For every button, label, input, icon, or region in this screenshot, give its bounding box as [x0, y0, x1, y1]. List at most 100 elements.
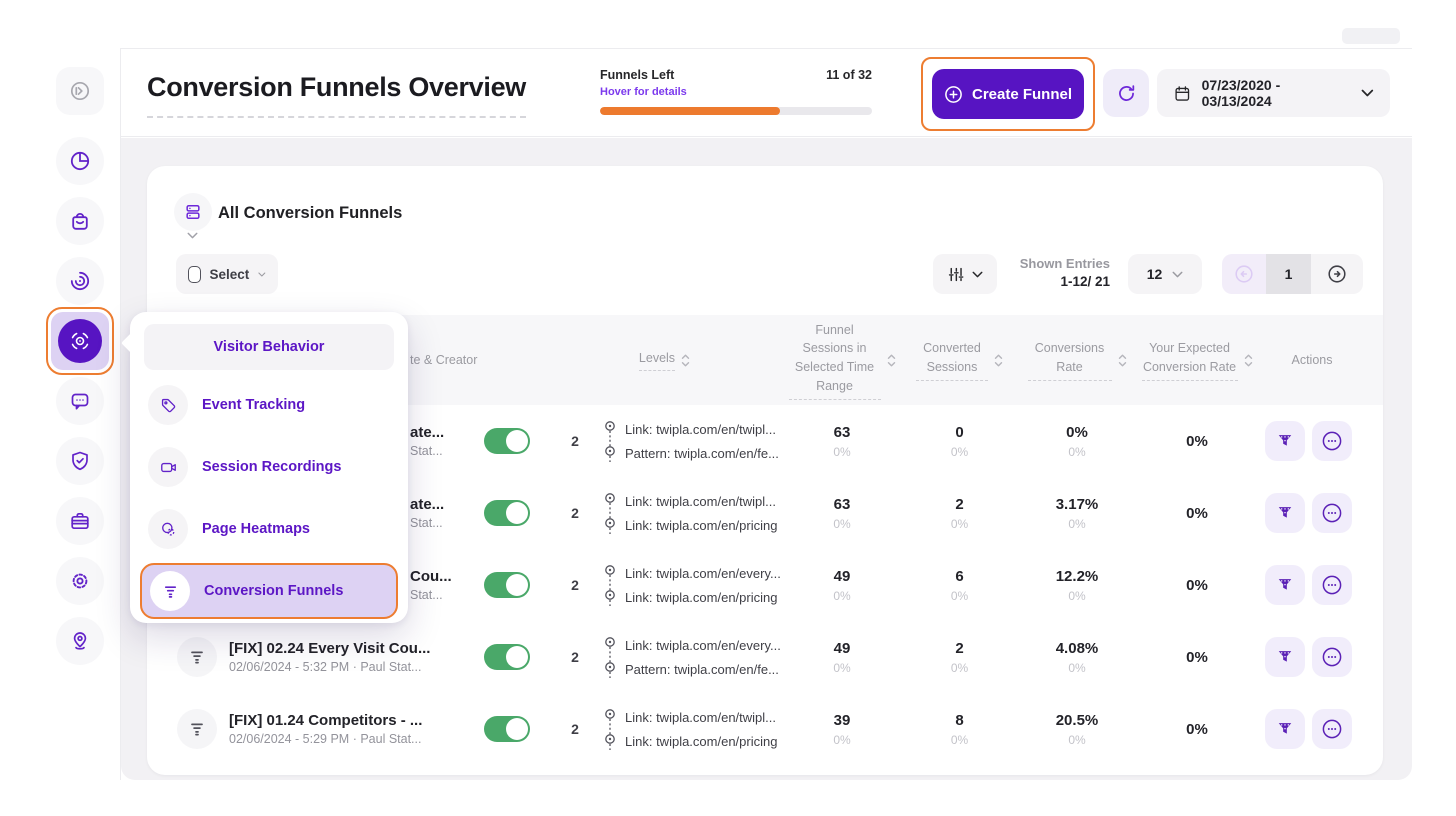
- rate-value: 3.17%: [1017, 496, 1137, 513]
- expected-rate-value: 0%: [1137, 721, 1257, 738]
- menu-item-event-tracking[interactable]: Event Tracking: [144, 378, 394, 432]
- sidebar-item-location[interactable]: [56, 617, 104, 665]
- row-more-button[interactable]: [1312, 637, 1352, 677]
- page-size-dropdown[interactable]: 12: [1128, 254, 1202, 294]
- column-header-expected-rate[interactable]: Your Expected Conversion Rate: [1137, 339, 1257, 381]
- funnel-step-link: Link: twipla.com/en/pricing: [625, 590, 781, 605]
- funnel-name[interactable]: [FIX] 02.24 Every Visit Cou...: [229, 640, 430, 657]
- date-range-picker[interactable]: 07/23/2020 - 03/13/2024: [1157, 69, 1390, 117]
- select-dropdown[interactable]: Select: [176, 254, 278, 294]
- collapse-arrow-icon: [68, 79, 92, 103]
- pagination: 1: [1222, 254, 1363, 294]
- funnel-icon: [150, 571, 190, 611]
- funnel-name[interactable]: ate...: [410, 496, 444, 513]
- row-more-button[interactable]: [1312, 421, 1352, 461]
- funnel-step-link: Link: twipla.com/en/pricing: [625, 734, 777, 749]
- sidebar-item-collapse[interactable]: [56, 67, 104, 115]
- previous-page-button[interactable]: [1222, 254, 1266, 294]
- view-funnel-button[interactable]: [1265, 709, 1305, 749]
- funnel-name[interactable]: [FIX] 01.24 Competitors - ...: [229, 712, 422, 729]
- create-funnel-button[interactable]: Create Funnel: [932, 69, 1084, 119]
- ellipsis-circle-icon: [1320, 717, 1344, 741]
- sidebar-item-statistics[interactable]: [56, 257, 104, 305]
- sidebar-item-company[interactable]: [56, 497, 104, 545]
- funnel-date-creator: 02/06/2024 - 5:32 PM · Paul Stat...: [229, 660, 430, 674]
- status-toggle[interactable]: [484, 644, 530, 670]
- sidebar-item-visitor-behavior[interactable]: [46, 307, 114, 375]
- converted-sub: 0%: [902, 445, 1017, 459]
- funnel-step-link: Pattern: twipla.com/en/fe...: [625, 662, 781, 677]
- row-more-button[interactable]: [1312, 709, 1352, 749]
- sessions-value: 63: [782, 424, 902, 441]
- sidebar-item-ecommerce[interactable]: [56, 197, 104, 245]
- funnels-left-count: 11 of 32: [826, 68, 872, 82]
- row-more-button[interactable]: [1312, 565, 1352, 605]
- status-toggle[interactable]: [484, 428, 530, 454]
- shown-entries: Shown Entries 1-12/ 21: [1003, 256, 1110, 289]
- sliders-icon: [947, 266, 964, 283]
- status-toggle[interactable]: [484, 572, 530, 598]
- rate-sub: 0%: [1017, 445, 1137, 459]
- current-page-indicator[interactable]: 1: [1266, 254, 1311, 294]
- rate-sub: 0%: [1017, 589, 1137, 603]
- rate-value: 4.08%: [1017, 640, 1137, 657]
- pie-chart-icon: [68, 149, 92, 173]
- table-row: [FIX] 01.24 Competitors - ...02/06/2024 …: [147, 693, 1383, 765]
- plus-circle-icon: [944, 85, 963, 104]
- converted-value: 2: [902, 496, 1017, 513]
- view-funnel-button[interactable]: [1265, 565, 1305, 605]
- menu-item-session-recordings[interactable]: Session Recordings: [144, 440, 394, 494]
- view-funnel-button[interactable]: [1265, 637, 1305, 677]
- row-more-button[interactable]: [1312, 493, 1352, 533]
- tooltip-placeholder: [1342, 28, 1400, 44]
- view-funnel-button[interactable]: [1265, 493, 1305, 533]
- sidebar-item-communication[interactable]: [56, 377, 104, 425]
- menu-item-page-heatmaps[interactable]: Page Heatmaps: [144, 502, 394, 556]
- expected-rate-value: 0%: [1137, 433, 1257, 450]
- panel-type-selector[interactable]: [174, 193, 212, 231]
- converted-value: 0: [902, 424, 1017, 441]
- column-header-levels[interactable]: Levels: [547, 349, 782, 372]
- sort-icon: [1244, 354, 1253, 367]
- sessions-sub: 0%: [782, 733, 902, 747]
- funnel-step-link: Link: twipla.com/en/every...: [625, 566, 781, 581]
- sessions-value: 63: [782, 496, 902, 513]
- levels-count: 2: [547, 721, 603, 737]
- funnel-name[interactable]: ate...: [410, 424, 444, 441]
- column-header-conversions-rate[interactable]: Conversions Rate: [1017, 339, 1137, 381]
- funnel-step-link: Link: twipla.com/en/every...: [625, 638, 781, 653]
- page-title: Conversion Funnels Overview: [147, 72, 526, 118]
- select-label: Select: [210, 267, 250, 282]
- visitor-behavior-scan-icon: [68, 329, 92, 353]
- sidebar-item-privacy[interactable]: [56, 437, 104, 485]
- sidebar-item-settings[interactable]: [56, 557, 104, 605]
- ellipsis-circle-icon: [1320, 501, 1344, 525]
- chevron-down-icon: [258, 271, 266, 278]
- column-filter-dropdown[interactable]: [933, 254, 997, 294]
- sort-icon: [887, 354, 896, 367]
- rate-value: 12.2%: [1017, 568, 1137, 585]
- sessions-value: 49: [782, 568, 902, 585]
- menu-item-conversion-funnels[interactable]: Conversion Funnels: [140, 563, 398, 619]
- arrow-left-circle-icon: [1233, 263, 1255, 285]
- hover-for-details-link[interactable]: Hover for details: [600, 86, 687, 98]
- status-toggle[interactable]: [484, 716, 530, 742]
- view-funnel-button[interactable]: [1265, 421, 1305, 461]
- column-header-converted-sessions[interactable]: Converted Sessions: [902, 339, 1017, 381]
- sidebar-item-dashboard[interactable]: [56, 137, 104, 185]
- status-toggle[interactable]: [484, 500, 530, 526]
- expected-rate-value: 0%: [1137, 505, 1257, 522]
- levels-count: 2: [547, 505, 603, 521]
- refresh-button[interactable]: [1103, 69, 1149, 117]
- ellipsis-circle-icon: [1320, 645, 1344, 669]
- column-header-funnel-sessions[interactable]: Funnel Sessions in Selected Time Range: [782, 321, 902, 400]
- briefcase-icon: [68, 509, 92, 533]
- funnel-step-link: Link: twipla.com/en/twipl...: [625, 422, 779, 437]
- panel-title: All Conversion Funnels: [218, 204, 402, 223]
- next-page-button[interactable]: [1311, 254, 1363, 294]
- levels-count: 2: [547, 649, 603, 665]
- visitor-behavior-flyout-menu: Visitor Behavior Event Tracking Session …: [130, 312, 408, 623]
- funnel-name[interactable]: Cou...: [410, 568, 452, 585]
- location-pin-icon: [68, 629, 92, 653]
- select-all-checkbox[interactable]: [188, 266, 201, 283]
